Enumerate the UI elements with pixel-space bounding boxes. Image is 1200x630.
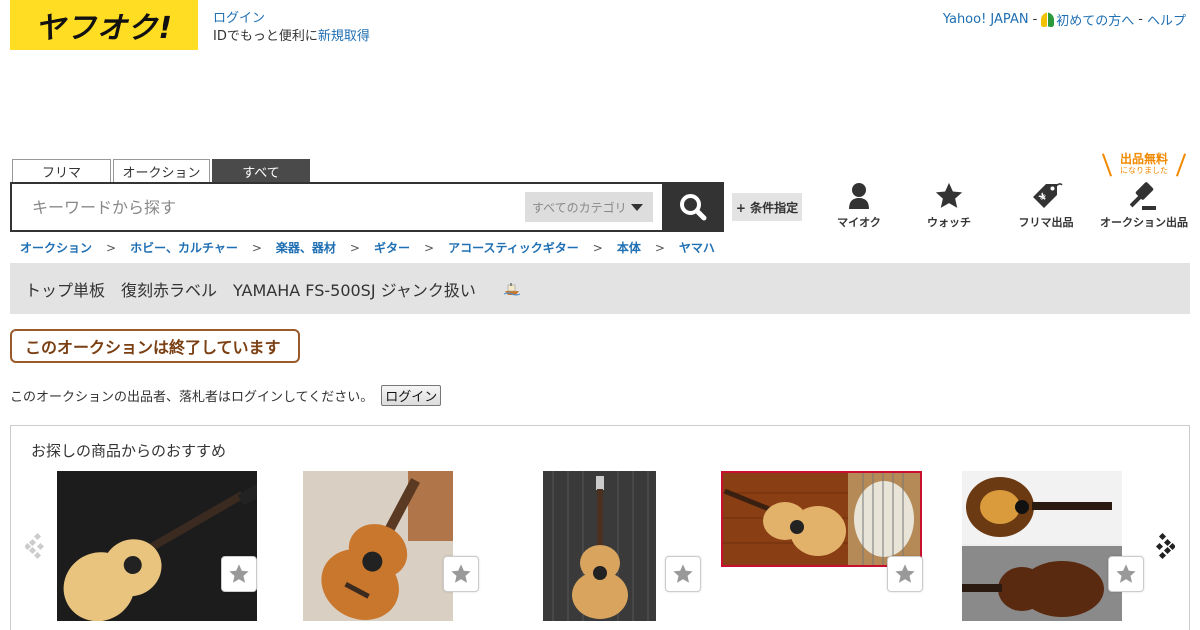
acoustic-guitar-photo [723, 473, 920, 565]
tab-all[interactable]: すべて [212, 159, 310, 183]
yahoo-japan-link[interactable]: Yahoo! JAPAN [943, 12, 1029, 27]
help-link[interactable]: ヘルプ [1147, 10, 1186, 29]
breadcrumb-item[interactable]: ヤマハ [679, 239, 715, 256]
breadcrumb: オークション > ホビー、カルチャー > 楽器、器材 > ギター > アコーステ… [20, 239, 715, 256]
logo-text: ヤフオク! [34, 11, 174, 46]
nav-watch[interactable]: ウォッチ [924, 180, 974, 230]
beginners-label: 初めての方へ [1056, 14, 1135, 29]
carousel-next-icon[interactable] [1155, 532, 1175, 560]
breadcrumb-item[interactable]: ホビー、カルチャー [130, 239, 238, 256]
auction-ended-notice: このオークションは終了しています [10, 329, 300, 363]
boat-icon [503, 282, 520, 295]
chevron-down-icon [630, 203, 643, 211]
login-box: ログイン IDでもっと便利に新規取得 [213, 10, 370, 46]
sunburst-guitar-photo [962, 471, 1122, 621]
price-tag-icon: ¥ [1033, 183, 1063, 208]
breadcrumb-item[interactable]: 楽器、器材 [276, 239, 336, 256]
recommended-item-image[interactable] [721, 471, 922, 567]
nav-auction-listing[interactable]: オークション出品 [1098, 180, 1190, 230]
breadcrumb-item[interactable]: アコースティックギター [448, 239, 579, 256]
acoustic-guitar-photo [543, 471, 656, 621]
tab-flea-market[interactable]: フリマ [12, 159, 111, 183]
nav-label: マイオク [837, 216, 881, 229]
acoustic-guitar-photo [303, 471, 453, 621]
recommendations-panel: お探しの商品からのおすすめ [10, 425, 1190, 630]
watch-button[interactable] [665, 556, 701, 592]
recommended-item-image[interactable] [543, 471, 656, 621]
search-button[interactable] [662, 182, 724, 232]
login-button[interactable]: ログイン [381, 385, 442, 406]
id-prompt-text: IDでもっと便利に [213, 29, 318, 44]
nav-label: フリマ出品 [1018, 216, 1074, 229]
watch-button[interactable] [221, 556, 257, 592]
watch-button[interactable] [443, 556, 479, 592]
breadcrumb-item[interactable]: オークション [20, 239, 92, 256]
search-tabs: フリマ オークション すべて [12, 159, 312, 183]
signup-link[interactable]: 新規取得 [318, 29, 370, 44]
nav-my-auction[interactable]: マイオク [834, 180, 884, 230]
recommendations-title: お探しの商品からのおすすめ [31, 442, 227, 460]
watch-button[interactable] [1108, 556, 1144, 592]
login-link[interactable]: ログイン [213, 11, 265, 26]
breadcrumb-separator: > [424, 240, 435, 255]
conditions-button[interactable]: + 条件指定 [732, 193, 802, 221]
breadcrumb-separator: > [654, 240, 665, 255]
carousel-prev-icon[interactable] [25, 532, 45, 560]
login-note: このオークションの出品者、落札者はログインしてください。 ログイン [10, 385, 442, 406]
item-title: トップ単板 復刻赤ラベル YAMAHA FS-500SJ ジャンク扱い [25, 280, 476, 300]
free-badge-sub: になりました [1120, 166, 1168, 175]
recommended-item-image[interactable] [962, 471, 1122, 621]
gavel-icon [1130, 182, 1156, 210]
free-badge-main: 出品無料 [1119, 152, 1168, 166]
star-icon [895, 564, 915, 583]
yahuoku-logo[interactable]: ヤフオク! [10, 0, 198, 50]
category-select-label: すべてのカテゴリ [532, 200, 627, 215]
top-links: Yahoo! JAPAN - 初めての方へ - ヘルプ [943, 10, 1186, 29]
breadcrumb-separator: > [251, 240, 262, 255]
login-note-text: このオークションの出品者、落札者はログインしてください。 [10, 390, 374, 405]
item-title-bar: トップ単板 復刻赤ラベル YAMAHA FS-500SJ ジャンク扱い [10, 263, 1190, 314]
nav-flea-market-listing[interactable]: ¥ フリマ出品 [1014, 180, 1078, 230]
breadcrumb-separator: > [349, 240, 360, 255]
tab-auction[interactable]: オークション [113, 159, 210, 183]
star-icon [673, 564, 693, 583]
acoustic-guitar-photo [57, 471, 257, 621]
breadcrumb-item[interactable]: 本体 [617, 239, 641, 256]
recommended-item-image[interactable] [303, 471, 453, 621]
breadcrumb-separator: > [592, 240, 603, 255]
category-select[interactable]: すべてのカテゴリ [525, 192, 653, 222]
breadcrumb-separator: > [106, 240, 117, 255]
nav-label: ウォッチ [927, 216, 971, 229]
star-icon [935, 182, 963, 208]
nav-label: オークション出品 [1100, 216, 1188, 229]
star-icon [1116, 564, 1136, 583]
recommended-item-image[interactable] [57, 471, 257, 621]
beginners-link[interactable]: 初めての方へ [1041, 10, 1134, 29]
search-box: すべてのカテゴリ [10, 182, 724, 232]
separator: - [1138, 12, 1143, 27]
separator: - [1032, 12, 1038, 27]
watch-button[interactable] [887, 556, 923, 592]
search-icon [680, 194, 707, 221]
star-icon [229, 564, 249, 583]
free-listing-badge: 出品無料 になりました [1101, 152, 1187, 178]
beginner-mark-icon [1041, 13, 1054, 27]
breadcrumb-item[interactable]: ギター [374, 239, 410, 256]
person-icon [849, 183, 869, 209]
star-icon [451, 564, 471, 583]
